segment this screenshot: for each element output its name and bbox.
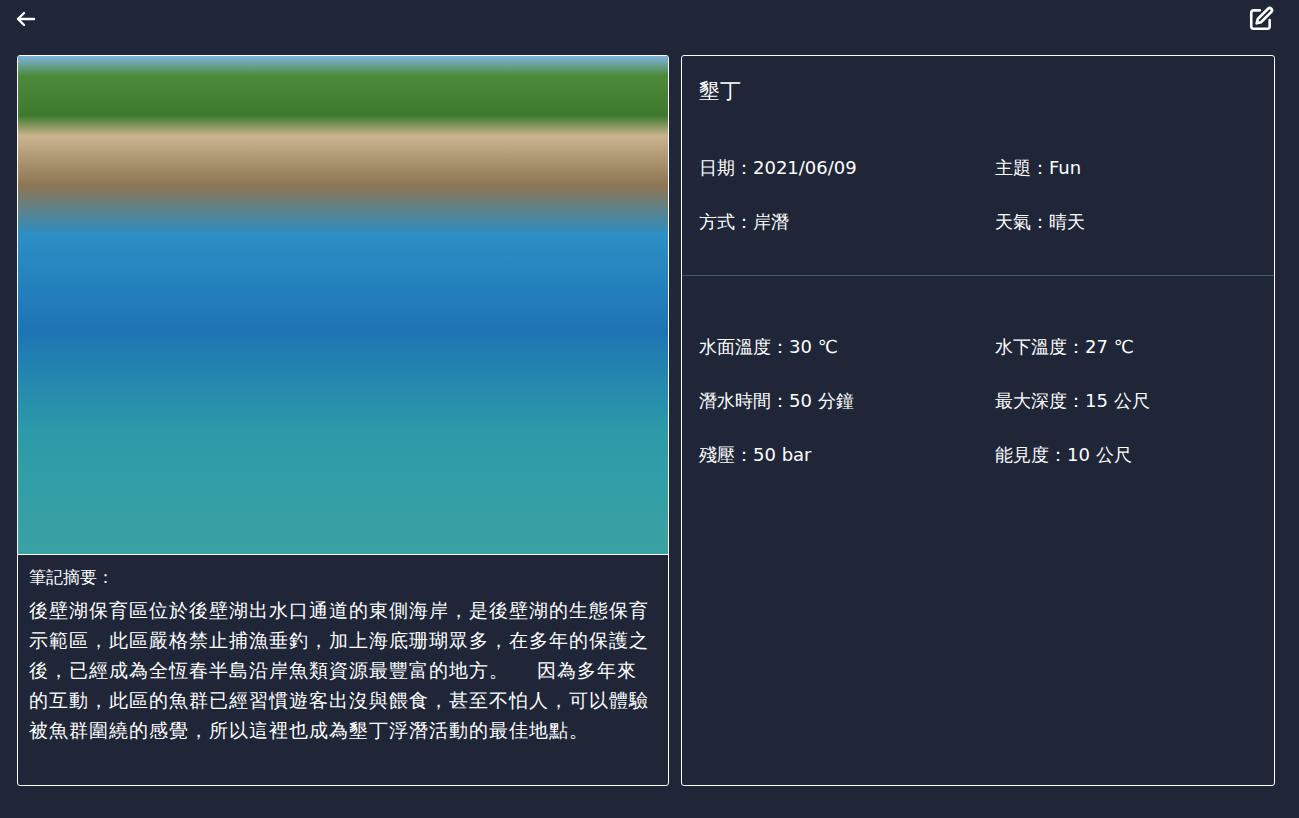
stat-item: 殘壓：50 bar [699, 443, 995, 467]
info-item: 天氣：晴天 [995, 210, 1257, 234]
notes-label: 筆記摘要： [29, 565, 657, 589]
info-section: 墾丁日期：2021/06/09主題：Fun 方式：岸潛天氣：晴天 [682, 56, 1274, 276]
location-title: 墾丁 [699, 76, 1257, 106]
stat-item: 潛水時間：50 分鐘 [699, 389, 995, 413]
stat-item: 水下溫度：27 ℃ [995, 335, 1257, 359]
info-grid: 日期：2021/06/09主題：Fun 方式：岸潛天氣：晴天 [699, 156, 1257, 234]
dive-photo [18, 56, 668, 555]
top-bar [0, 0, 1299, 38]
stat-item: 水面溫度：30 ℃ [699, 335, 995, 359]
info-item: 主題：Fun [995, 156, 1257, 180]
details-card: 墾丁日期：2021/06/09主題：Fun 方式：岸潛天氣：晴天水面溫度：30 ℃… [681, 55, 1275, 786]
stat-item: 最大深度：15 公尺 [995, 389, 1257, 413]
stat-item: 能見度：10 公尺 [995, 443, 1257, 467]
edit-icon[interactable] [1248, 6, 1274, 32]
notes-text: 後壁湖保育區位於後壁湖出水口通道的東側海岸，是後壁湖的生態保育示範區，此區嚴格禁… [29, 595, 657, 745]
notes-section: 筆記摘要： 後壁湖保育區位於後壁湖出水口通道的東側海岸，是後壁湖的生態保育示範區，… [18, 555, 668, 757]
photo-card: 筆記摘要： 後壁湖保育區位於後壁湖出水口通道的東側海岸，是後壁湖的生態保育示範區，… [17, 55, 669, 786]
back-arrow-icon[interactable] [14, 7, 38, 31]
info-item: 日期：2021/06/09 [699, 156, 995, 180]
info-item: 方式：岸潛 [699, 210, 995, 234]
content: 筆記摘要： 後壁湖保育區位於後壁湖出水口通道的東側海岸，是後壁湖的生態保育示範區，… [0, 38, 1299, 786]
stats-grid: 水面溫度：30 ℃水下溫度：27 ℃ 潛水時間：50 分鐘最大深度：15 公尺殘壓… [699, 335, 1257, 467]
stats-section: 水面溫度：30 ℃水下溫度：27 ℃ 潛水時間：50 分鐘最大深度：15 公尺殘壓… [682, 276, 1274, 487]
